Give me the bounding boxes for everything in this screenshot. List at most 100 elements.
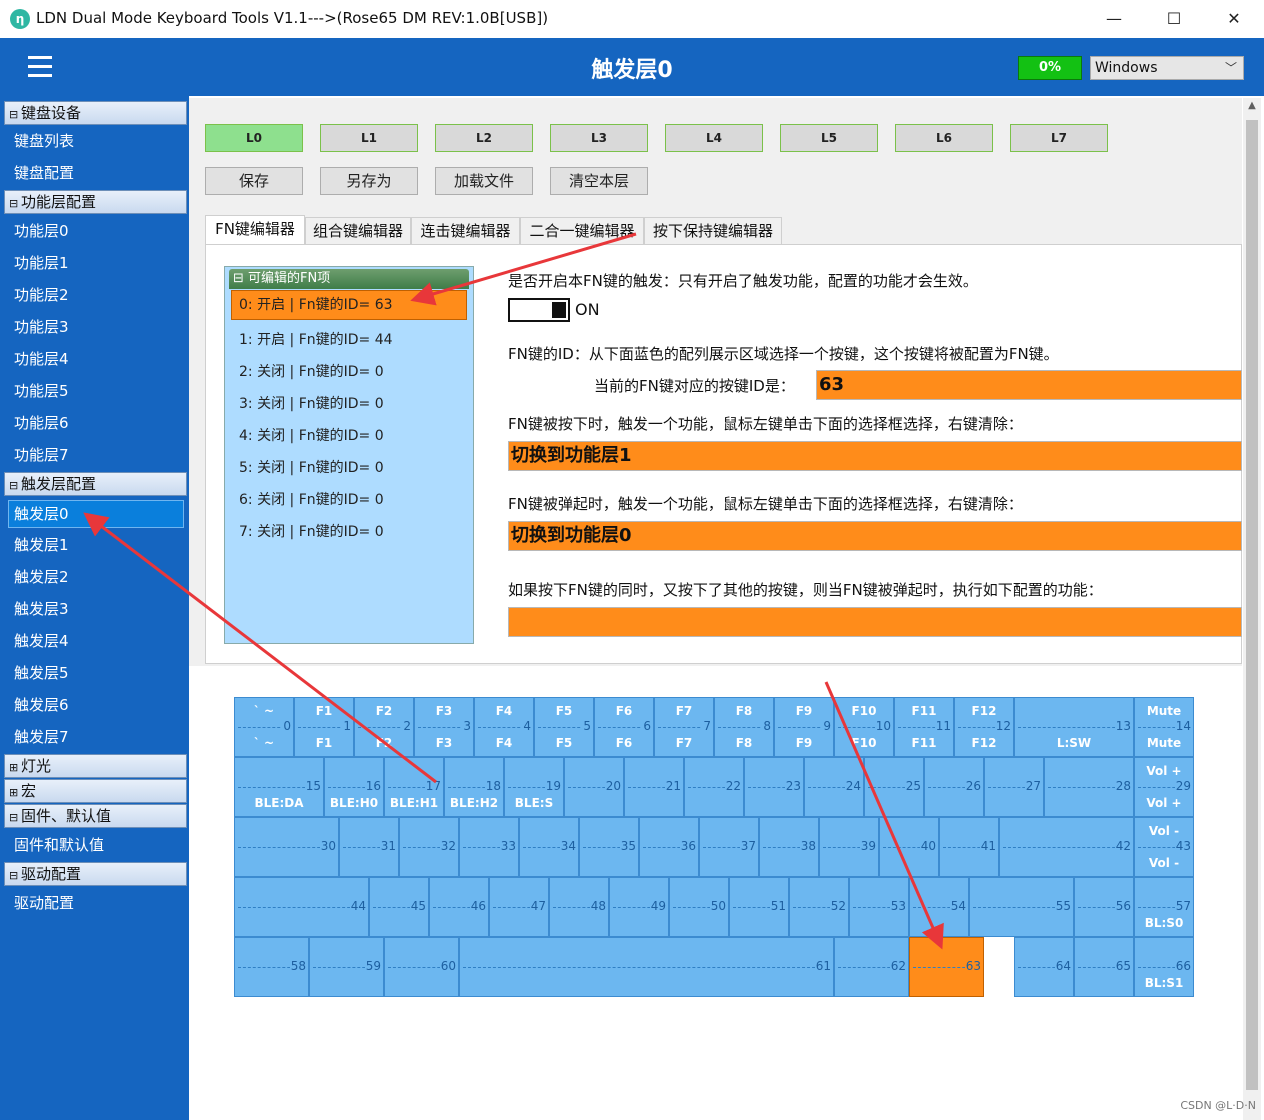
key-7[interactable]: F7 F7 7 [654, 697, 714, 757]
key-46[interactable]: 46 [429, 877, 489, 937]
key-59[interactable]: 59 [309, 937, 384, 997]
clear-layer-button[interactable]: 清空本层 [550, 167, 648, 195]
key-23[interactable]: 23 [744, 757, 804, 817]
key-62[interactable]: 62 [834, 937, 909, 997]
key-0[interactable]: ` ~ ` ~ 0 [234, 697, 294, 757]
key-47[interactable]: 47 [489, 877, 549, 937]
press-action-select[interactable]: 切换到功能层1 [508, 441, 1242, 471]
key-32[interactable]: 32 [399, 817, 459, 877]
key-33[interactable]: 33 [459, 817, 519, 877]
sidebar-group[interactable]: ⊟ 触发层配置 [4, 472, 187, 496]
save-button[interactable]: 保存 [205, 167, 303, 195]
key-4[interactable]: F4 F4 4 [474, 697, 534, 757]
key-53[interactable]: 53 [849, 877, 909, 937]
layer-button[interactable]: L5 [780, 124, 878, 152]
key-60[interactable]: 60 [384, 937, 459, 997]
layer-button[interactable]: L3 [550, 124, 648, 152]
key-5[interactable]: F5 F5 5 [534, 697, 594, 757]
sidebar-item[interactable]: 触发层7 [14, 726, 69, 747]
editor-tab[interactable]: 按下保持键编辑器 [644, 217, 782, 245]
key-17[interactable]: BLE:H1 17 [384, 757, 444, 817]
layer-button[interactable]: L7 [1010, 124, 1108, 152]
key-1[interactable]: F1 F1 1 [294, 697, 354, 757]
key-31[interactable]: 31 [339, 817, 399, 877]
key-39[interactable]: 39 [819, 817, 879, 877]
key-26[interactable]: 26 [924, 757, 984, 817]
key-40[interactable]: 40 [879, 817, 939, 877]
sidebar-item[interactable]: 驱动配置 [14, 892, 74, 913]
key-49[interactable]: 49 [609, 877, 669, 937]
key-55[interactable]: 55 [969, 877, 1074, 937]
key-14[interactable]: Mute Mute 14 [1134, 697, 1194, 757]
key-8[interactable]: F8 F8 8 [714, 697, 774, 757]
key-63[interactable]: 63 [909, 937, 984, 997]
scroll-thumb[interactable] [1246, 120, 1258, 1090]
minimize-button[interactable]: — [1084, 0, 1144, 38]
key-6[interactable]: F6 F6 6 [594, 697, 654, 757]
sidebar-group[interactable]: ⊟ 功能层配置 [4, 190, 187, 214]
editor-tab[interactable]: 连击键编辑器 [411, 217, 520, 245]
fn-list-item[interactable]: 7: 关闭 | Fn键的ID= 0 [239, 521, 384, 541]
scroll-up-icon[interactable]: ▲ [1243, 100, 1261, 116]
fn-list-item[interactable]: 4: 关闭 | Fn键的ID= 0 [239, 425, 384, 445]
key-27[interactable]: 27 [984, 757, 1044, 817]
key-30[interactable]: 30 [234, 817, 339, 877]
enable-toggle[interactable] [508, 298, 570, 322]
sidebar-item[interactable]: 触发层6 [14, 694, 69, 715]
key-37[interactable]: 37 [699, 817, 759, 877]
fn-list-item[interactable]: 1: 开启 | Fn键的ID= 44 [239, 329, 393, 349]
key-42[interactable]: 42 [999, 817, 1134, 877]
sidebar-group[interactable]: ⊟ 键盘设备 [4, 101, 187, 125]
layer-button[interactable]: L6 [895, 124, 993, 152]
key-38[interactable]: 38 [759, 817, 819, 877]
sidebar-item[interactable]: 触发层5 [14, 662, 69, 683]
key-28[interactable]: 28 [1044, 757, 1134, 817]
key-51[interactable]: 51 [729, 877, 789, 937]
sidebar-group[interactable]: ⊞ 宏 [4, 779, 187, 803]
sidebar-item[interactable]: 功能层6 [14, 412, 69, 433]
key-52[interactable]: 52 [789, 877, 849, 937]
fn-list-item[interactable]: 0: 开启 | Fn键的ID= 63 [231, 290, 467, 320]
sidebar-item[interactable]: 功能层0 [14, 220, 69, 241]
key-2[interactable]: F2 F2 2 [354, 697, 414, 757]
sidebar-item[interactable]: 功能层1 [14, 252, 69, 273]
key-12[interactable]: F12 F12 12 [954, 697, 1014, 757]
sidebar-group[interactable]: ⊞ 灯光 [4, 754, 187, 778]
key-35[interactable]: 35 [579, 817, 639, 877]
layer-button[interactable]: L1 [320, 124, 418, 152]
fn-list-item[interactable]: 2: 关闭 | Fn键的ID= 0 [239, 361, 384, 381]
editor-tab[interactable]: 二合一键编辑器 [520, 217, 644, 245]
key-54[interactable]: 54 [909, 877, 969, 937]
sidebar-group[interactable]: ⊟ 固件、默认值 [4, 804, 187, 828]
key-43[interactable]: Vol - Vol -43 [1134, 817, 1194, 877]
key-61[interactable]: 61 [459, 937, 834, 997]
key-36[interactable]: 36 [639, 817, 699, 877]
vertical-scrollbar[interactable]: ▲ [1243, 98, 1261, 1120]
key-21[interactable]: 21 [624, 757, 684, 817]
key-25[interactable]: 25 [864, 757, 924, 817]
sidebar-item[interactable]: 固件和默认值 [14, 834, 104, 855]
sidebar-item[interactable]: 功能层5 [14, 380, 69, 401]
key-45[interactable]: 45 [369, 877, 429, 937]
fn-list-item[interactable]: 5: 关闭 | Fn键的ID= 0 [239, 457, 384, 477]
key-50[interactable]: 50 [669, 877, 729, 937]
editor-tab[interactable]: 组合键编辑器 [305, 217, 411, 245]
key-10[interactable]: F10 F10 10 [834, 697, 894, 757]
key-44[interactable]: 44 [234, 877, 369, 937]
sidebar-item[interactable]: 触发层0 [8, 500, 184, 528]
layer-button[interactable]: L0 [205, 124, 303, 152]
key-24[interactable]: 24 [804, 757, 864, 817]
editor-tab[interactable]: FN键编辑器 [205, 215, 305, 246]
key-13[interactable]: L:SW 13 [1014, 697, 1134, 757]
key-11[interactable]: F11 F11 11 [894, 697, 954, 757]
sidebar-item[interactable]: 功能层3 [14, 316, 69, 337]
sidebar-item[interactable]: 触发层4 [14, 630, 69, 651]
key-22[interactable]: 22 [684, 757, 744, 817]
save-as-button[interactable]: 另存为 [320, 167, 418, 195]
key-58[interactable]: 58 [234, 937, 309, 997]
key-16[interactable]: BLE:H0 16 [324, 757, 384, 817]
key-20[interactable]: 20 [564, 757, 624, 817]
key-29[interactable]: Vol + Vol +29 [1134, 757, 1194, 817]
fn-list-header[interactable]: ⊟ 可编辑的FN项 [229, 269, 469, 289]
key-41[interactable]: 41 [939, 817, 999, 877]
